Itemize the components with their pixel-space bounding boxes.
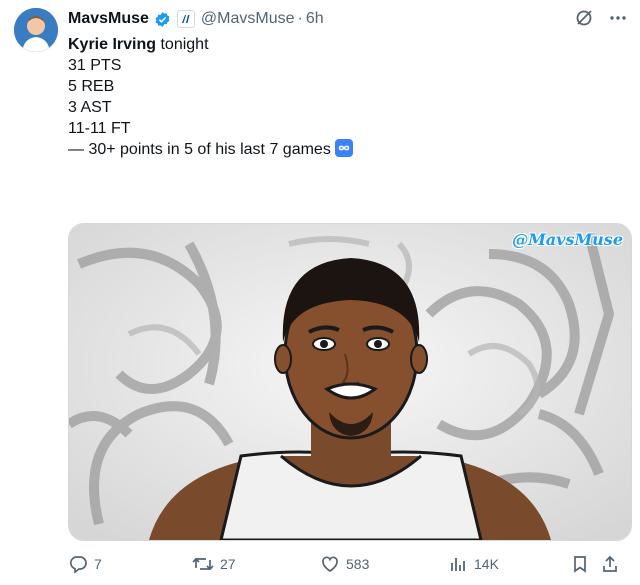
text-line: — 30+ points in 5 of his last 7 games	[68, 139, 626, 163]
text-fragment: tonight	[156, 36, 209, 53]
reply-count: 7	[94, 556, 102, 572]
share-button[interactable]	[600, 554, 620, 574]
action-bar: 7 27 583 14K	[68, 552, 626, 576]
author-name[interactable]: MavsMuse	[68, 10, 149, 28]
text-line: Kyrie Irving tonight	[68, 34, 626, 55]
affiliation-badge-icon[interactable]	[176, 10, 195, 28]
author-handle[interactable]: @MavsMuse	[201, 10, 295, 28]
bookmark-icon	[570, 554, 590, 574]
post-time[interactable]: 6h	[306, 10, 324, 28]
repost-button[interactable]: 27	[192, 554, 320, 574]
bookmark-button[interactable]	[570, 554, 600, 574]
infinity-icon	[335, 139, 354, 163]
reply-icon	[68, 554, 88, 574]
player-name[interactable]: Kyrie Irving	[68, 36, 156, 53]
views-button[interactable]: 14K	[448, 554, 570, 574]
text-fragment: — 30+ points in 5 of his last 7 games	[68, 141, 331, 158]
image-watermark: @MavsMuse	[512, 230, 623, 249]
grok-icon[interactable]	[574, 8, 594, 28]
text-line: 5 REB	[68, 78, 115, 95]
views-count: 14K	[474, 556, 499, 572]
like-button[interactable]: 583	[320, 554, 448, 574]
repost-count: 27	[220, 556, 236, 572]
repost-icon	[192, 554, 214, 574]
reply-button[interactable]: 7	[68, 554, 192, 574]
views-chart-icon	[448, 554, 468, 574]
post-image[interactable]: @MavsMuse	[68, 223, 632, 541]
more-options-icon[interactable]	[608, 8, 628, 28]
share-icon	[600, 554, 620, 574]
separator: ·	[297, 10, 303, 27]
heart-icon	[320, 554, 340, 574]
text-line: 31 PTS	[68, 57, 122, 74]
verified-badge-icon	[154, 11, 171, 28]
text-line: 3 AST	[68, 99, 112, 116]
post-text: Kyrie Irving tonight 31 PTS 5 REB 3 AST …	[68, 34, 626, 163]
like-count: 583	[346, 556, 370, 572]
text-line: 11-11 FT	[68, 120, 131, 137]
author-avatar[interactable]	[14, 8, 58, 52]
